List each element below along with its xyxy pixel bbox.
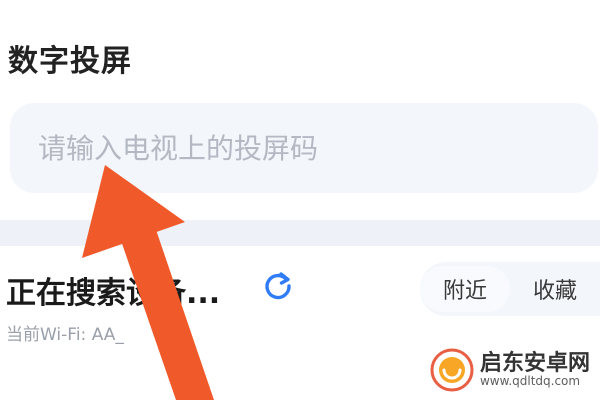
device-tabs: 附近 收藏	[420, 262, 600, 316]
refresh-icon[interactable]	[262, 270, 294, 302]
watermark-url: www.qdltdq.com	[479, 374, 581, 389]
current-wifi-label: 当前Wi-Fi: AA_	[6, 325, 124, 345]
page-title: 数字投屏	[8, 44, 132, 79]
watermark-logo-icon	[430, 348, 474, 392]
cast-code-input[interactable]	[10, 103, 598, 193]
section-divider	[0, 220, 600, 246]
tab-favorites[interactable]: 收藏	[510, 266, 600, 312]
tab-nearby[interactable]: 附近	[420, 266, 510, 312]
watermark-name: 启东安卓网	[479, 351, 590, 377]
site-watermark: 启东安卓网 www.qdltdq.com	[430, 348, 590, 392]
search-status-text: 正在搜索设备...	[6, 276, 221, 311]
cast-code-field[interactable]	[10, 103, 598, 193]
